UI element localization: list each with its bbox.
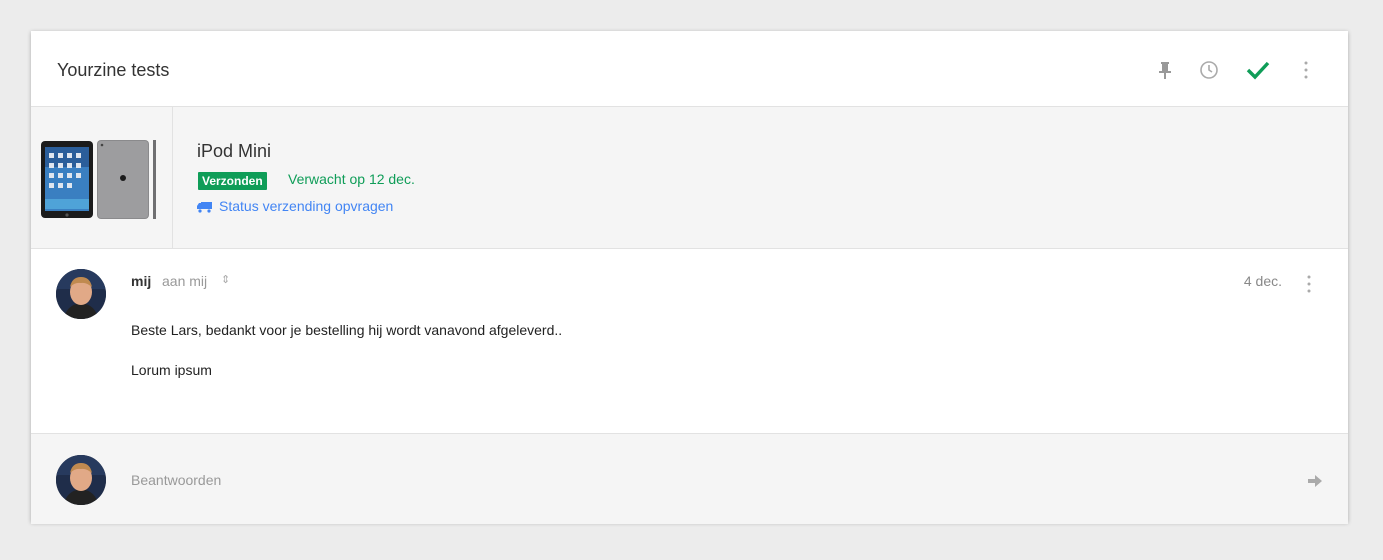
expand-recipients-icon[interactable]: ⇕ — [221, 273, 230, 286]
recipient-label: aan mij — [162, 273, 208, 289]
thread-header: Yourzine tests — [31, 31, 1348, 107]
thread-title: Yourzine tests — [57, 60, 170, 80]
pin-icon[interactable] — [1155, 60, 1175, 80]
message-body-line: Beste Lars, bedankt voor je bestelling h… — [131, 322, 563, 338]
more-vert-icon[interactable] — [1303, 60, 1309, 80]
reply-bar[interactable]: Beantwoorden — [31, 434, 1348, 524]
avatar[interactable] — [56, 269, 106, 319]
truck-icon — [197, 200, 213, 216]
sender-name: mij — [131, 273, 152, 289]
avatar — [56, 455, 106, 505]
expected-delivery: Verwacht op 12 dec. — [288, 171, 415, 187]
track-link-label: Status verzending opvragen — [219, 198, 394, 214]
thread-card: Yourzine tests iPod Mini Verzonden Verwa… — [31, 31, 1348, 524]
message-body-line: Lorum ipsum — [131, 362, 212, 378]
send-arrow-icon[interactable] — [1308, 474, 1322, 492]
message: mij aan mij ⇕ 4 dec. Beste Lars, bedankt… — [31, 249, 1348, 434]
product-name: iPod Mini — [197, 141, 272, 161]
track-shipment-link[interactable]: Status verzending opvragen — [197, 198, 393, 216]
clock-icon[interactable] — [1199, 60, 1219, 80]
status-badge: Verzonden — [198, 172, 267, 190]
product-image[interactable] — [31, 107, 173, 248]
check-icon[interactable] — [1245, 60, 1271, 80]
reply-input[interactable]: Beantwoorden — [131, 472, 221, 488]
message-date: 4 dec. — [1243, 273, 1282, 289]
product-card: iPod Mini Verzonden Verwacht op 12 dec. … — [31, 107, 1348, 249]
message-more-icon[interactable] — [1306, 274, 1312, 299]
